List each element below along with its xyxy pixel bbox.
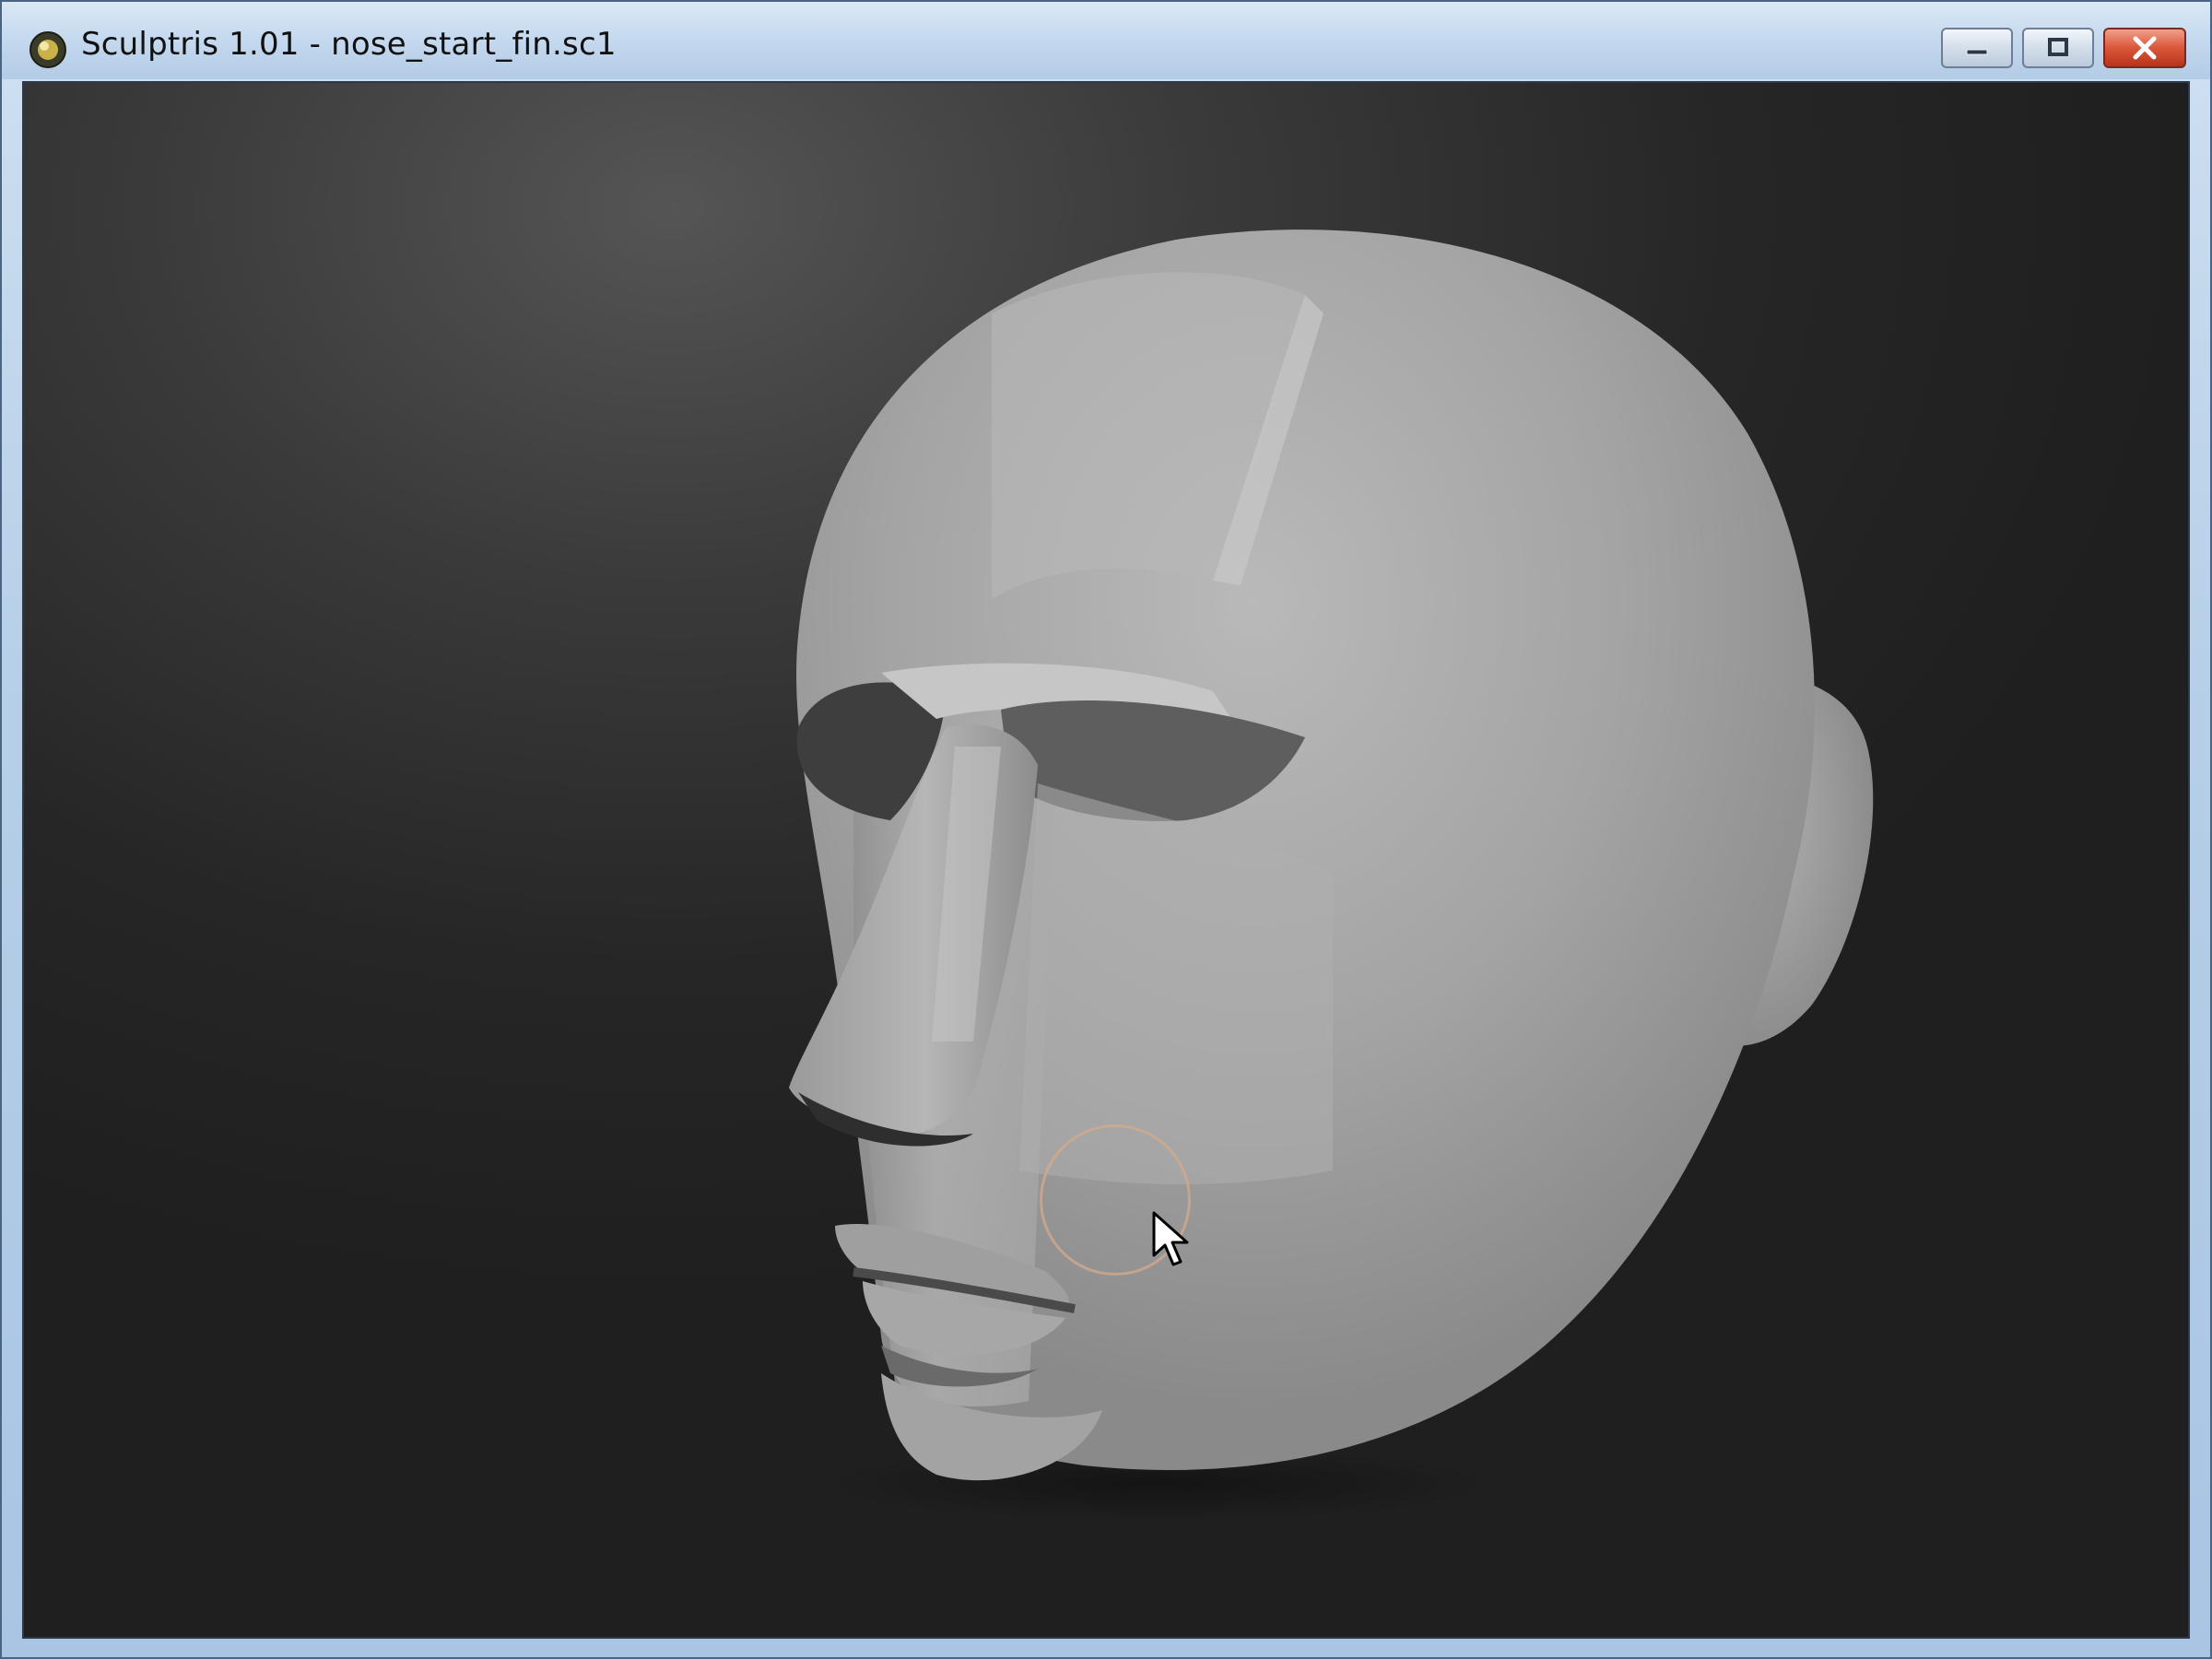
3d-viewport[interactable] — [22, 81, 2190, 1639]
title-bar[interactable]: Sculptris 1.01 - nose_start_fin.sc1 — [2, 2, 2210, 79]
arrow-cursor-icon — [1152, 1211, 1189, 1266]
close-button[interactable] — [2103, 28, 2186, 68]
minimize-icon — [1966, 49, 1988, 55]
maximize-button[interactable] — [2022, 28, 2094, 68]
window-title: Sculptris 1.01 - nose_start_fin.sc1 — [81, 26, 617, 63]
sculptris-app-icon[interactable] — [28, 29, 68, 70]
minimize-button[interactable] — [1941, 28, 2013, 68]
application-window: Sculptris 1.01 - nose_start_fin.sc1 — [0, 0, 2212, 1659]
close-icon — [2133, 36, 2157, 60]
restore-icon — [2048, 38, 2068, 56]
head-sculpt-model[interactable] — [24, 83, 2188, 1637]
